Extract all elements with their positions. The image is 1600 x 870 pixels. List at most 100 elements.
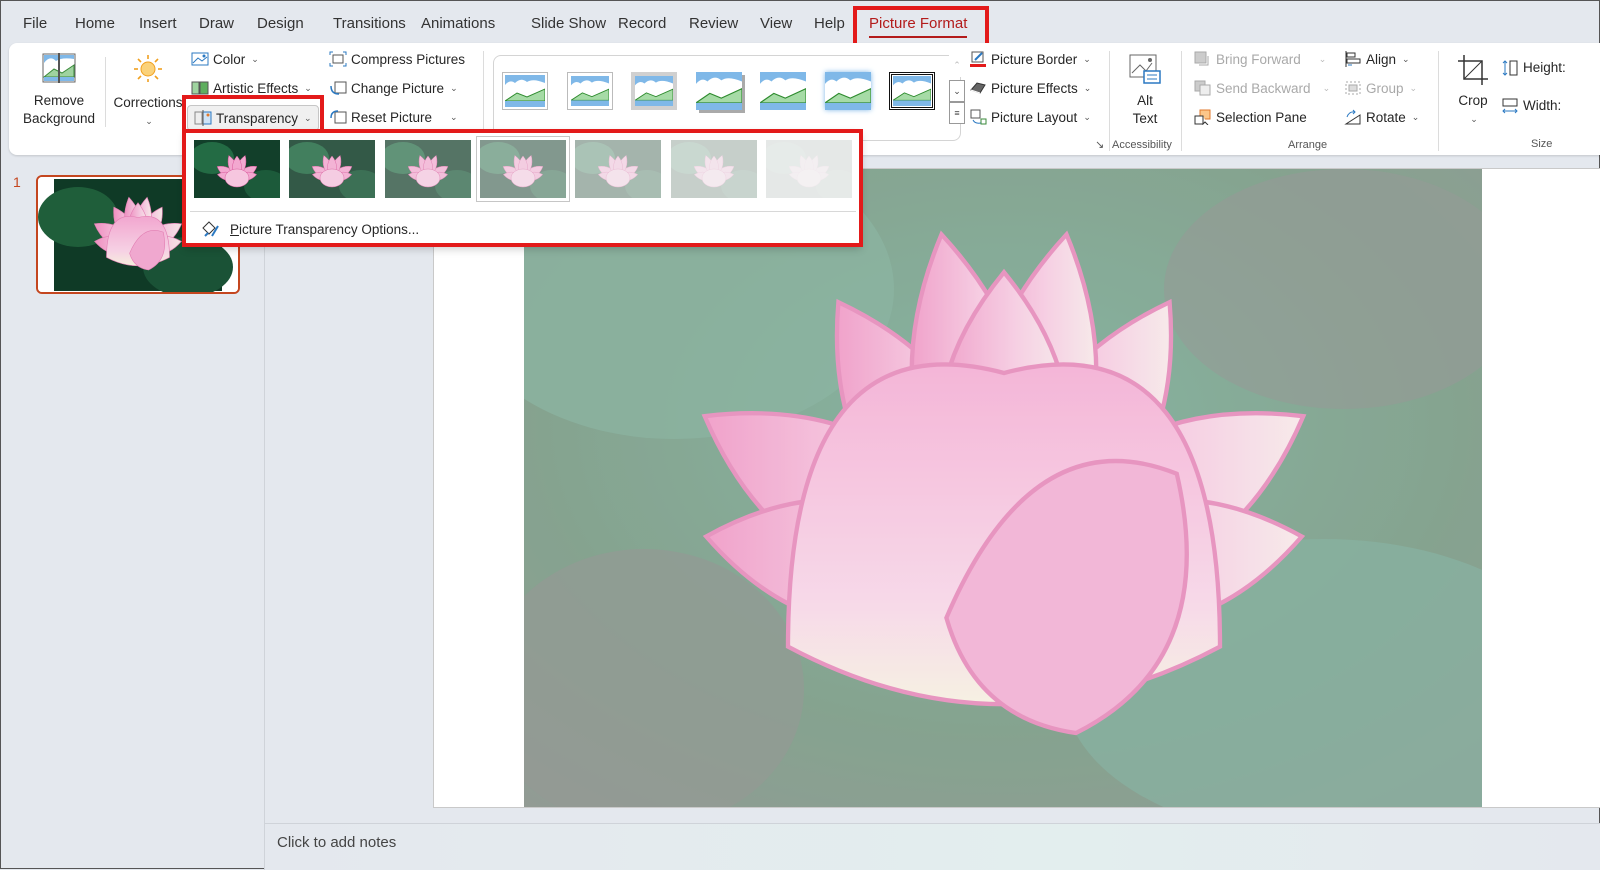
transparency-preset-65[interactable] (575, 140, 662, 198)
width-field[interactable]: Width: (1501, 97, 1562, 114)
send-backward-icon (1194, 80, 1212, 96)
size-group-label: Size (1531, 138, 1553, 150)
picture-style-6[interactable] (822, 72, 872, 110)
picture-style-4[interactable] (693, 72, 743, 110)
rotate-button[interactable]: Rotate ⌄ (1344, 109, 1419, 125)
tab-transitions[interactable]: Transitions (333, 15, 406, 32)
chevron-down-icon: ⌄ (450, 82, 458, 93)
remove-background-icon (42, 53, 76, 83)
tab-file[interactable]: File (23, 15, 47, 32)
tab-slide-show[interactable]: Slide Show (531, 15, 606, 32)
gallery-more-button[interactable]: ≡ (949, 102, 965, 124)
artistic-effects-icon (191, 80, 209, 96)
rotate-icon (1344, 109, 1362, 125)
picture-effects-button[interactable]: Picture Effects ⌄ (969, 80, 1091, 96)
tab-record[interactable]: Record (618, 15, 666, 32)
change-picture-label: Change Picture (351, 80, 445, 96)
chevron-down-icon: ⌄ (1322, 82, 1331, 93)
access-key: P (230, 221, 240, 237)
arrange-group-label: Arrange (1288, 139, 1328, 151)
picture-transparency-options-item[interactable]: Picture Transparency Options... (200, 220, 419, 238)
active-tab-underline (869, 36, 968, 38)
selection-pane-button[interactable]: Selection Pane (1194, 109, 1307, 126)
transparency-preview-image (289, 140, 376, 198)
transparency-preset-80[interactable] (670, 140, 757, 198)
width-label: Width: (1523, 97, 1562, 113)
tab-view[interactable]: View (760, 15, 792, 32)
chevron-down-icon: ⌄ (304, 112, 312, 123)
picture-style-5[interactable] (758, 72, 807, 110)
transparency-preset-50[interactable] (475, 136, 570, 202)
align-button[interactable]: Align ⌄ (1344, 51, 1410, 67)
tab-draw[interactable]: Draw (199, 15, 234, 32)
tab-insert[interactable]: Insert (139, 15, 177, 32)
chevron-down-icon: ⌄ (1409, 82, 1418, 93)
powerpoint-window: File Home Insert Draw Design Transitions… (0, 0, 1600, 870)
notes-pane[interactable]: Click to add notes (265, 823, 1600, 870)
rotate-label: Rotate (1366, 109, 1406, 125)
tab-help[interactable]: Help (814, 15, 845, 32)
picture-styles-dialog-launcher[interactable]: ↘ (1095, 138, 1104, 151)
transparency-preset-15[interactable] (289, 140, 376, 198)
separator (483, 51, 484, 141)
crop-button[interactable]: Crop ⌄ (1449, 53, 1497, 128)
send-backward-button[interactable]: Send Backward ⌄ (1194, 80, 1330, 96)
picture-style-3[interactable] (631, 72, 677, 110)
remove-background-button[interactable]: Remove Background (19, 53, 99, 128)
transparency-preview-image (479, 140, 566, 198)
chevron-down-icon: ⌄ (304, 82, 312, 93)
change-picture-button[interactable]: Change Picture ⌄ (329, 80, 458, 96)
sun-icon (134, 55, 162, 82)
tab-picture-format[interactable]: Picture Format (869, 15, 968, 38)
height-icon (1501, 59, 1519, 76)
tab-design[interactable]: Design (257, 15, 304, 32)
gallery-scroll-up-button[interactable]: ⌃ (949, 55, 965, 77)
picture-border-button[interactable]: Picture Border ⌄ (969, 51, 1091, 67)
tab-animations[interactable]: Animations (421, 15, 495, 32)
separator (1109, 51, 1110, 151)
transparency-preset-95[interactable] (765, 140, 852, 198)
alt-text-button[interactable]: Alt Text (1119, 53, 1171, 128)
picture-style-7[interactable] (889, 72, 935, 110)
remove-background-label-2: Background (22, 111, 96, 126)
chevron-down-icon: ⌄ (145, 116, 153, 126)
chevron-down-icon: ⌄ (1402, 53, 1410, 64)
compress-pictures-button[interactable]: Compress Pictures (329, 51, 465, 67)
transparency-preset-0[interactable] (194, 140, 280, 198)
color-label: Color (213, 51, 246, 67)
transparency-preset-30[interactable] (384, 140, 471, 198)
selection-pane-label: Selection Pane (1216, 109, 1307, 125)
align-icon (1344, 51, 1362, 67)
tab-home[interactable]: Home (75, 15, 115, 32)
chevron-down-icon: ⌄ (1318, 53, 1327, 64)
alt-text-icon (1129, 54, 1161, 84)
gallery-scroll-down-button[interactable]: ⌄ (949, 80, 965, 102)
separator (1181, 51, 1182, 151)
group-button[interactable]: Group ⌄ (1344, 80, 1417, 96)
picture-border-label: Picture Border (991, 51, 1078, 67)
reset-picture-button[interactable]: Reset Picture ⌄ (329, 109, 458, 125)
picture-style-1[interactable] (502, 72, 548, 110)
picture-layout-button[interactable]: Picture Layout ⌄ (969, 109, 1091, 125)
picture-style-icon (891, 76, 932, 106)
height-field[interactable]: Height: (1501, 59, 1566, 76)
remove-background-label-1: Remove (33, 93, 85, 108)
tab-picture-format-label: Picture Format (869, 15, 968, 32)
artistic-effects-button[interactable]: Artistic Effects ⌄ (191, 80, 312, 96)
picture-style-icon (503, 75, 546, 107)
transparency-preview-image (670, 140, 757, 198)
picture-style-2[interactable] (566, 72, 613, 110)
lotus-picture[interactable] (524, 169, 1482, 807)
picture-effects-label: Picture Effects (991, 80, 1078, 96)
color-button[interactable]: Color ⌄ (191, 51, 259, 67)
bring-forward-button[interactable]: Bring Forward ⌄ (1194, 51, 1326, 67)
transparency-button[interactable]: Transparency ⌄ (187, 105, 319, 131)
corrections-button[interactable]: Corrections ⌄ (111, 53, 185, 130)
crop-label: Crop (1458, 93, 1488, 108)
chevron-down-icon: ⌄ (1083, 53, 1091, 64)
accessibility-group-label: Accessibility (1112, 139, 1172, 151)
picture-style-icon (568, 76, 609, 106)
corrections-label: Corrections (113, 95, 183, 110)
tab-review[interactable]: Review (689, 15, 738, 32)
dropdown-separator (190, 211, 856, 212)
